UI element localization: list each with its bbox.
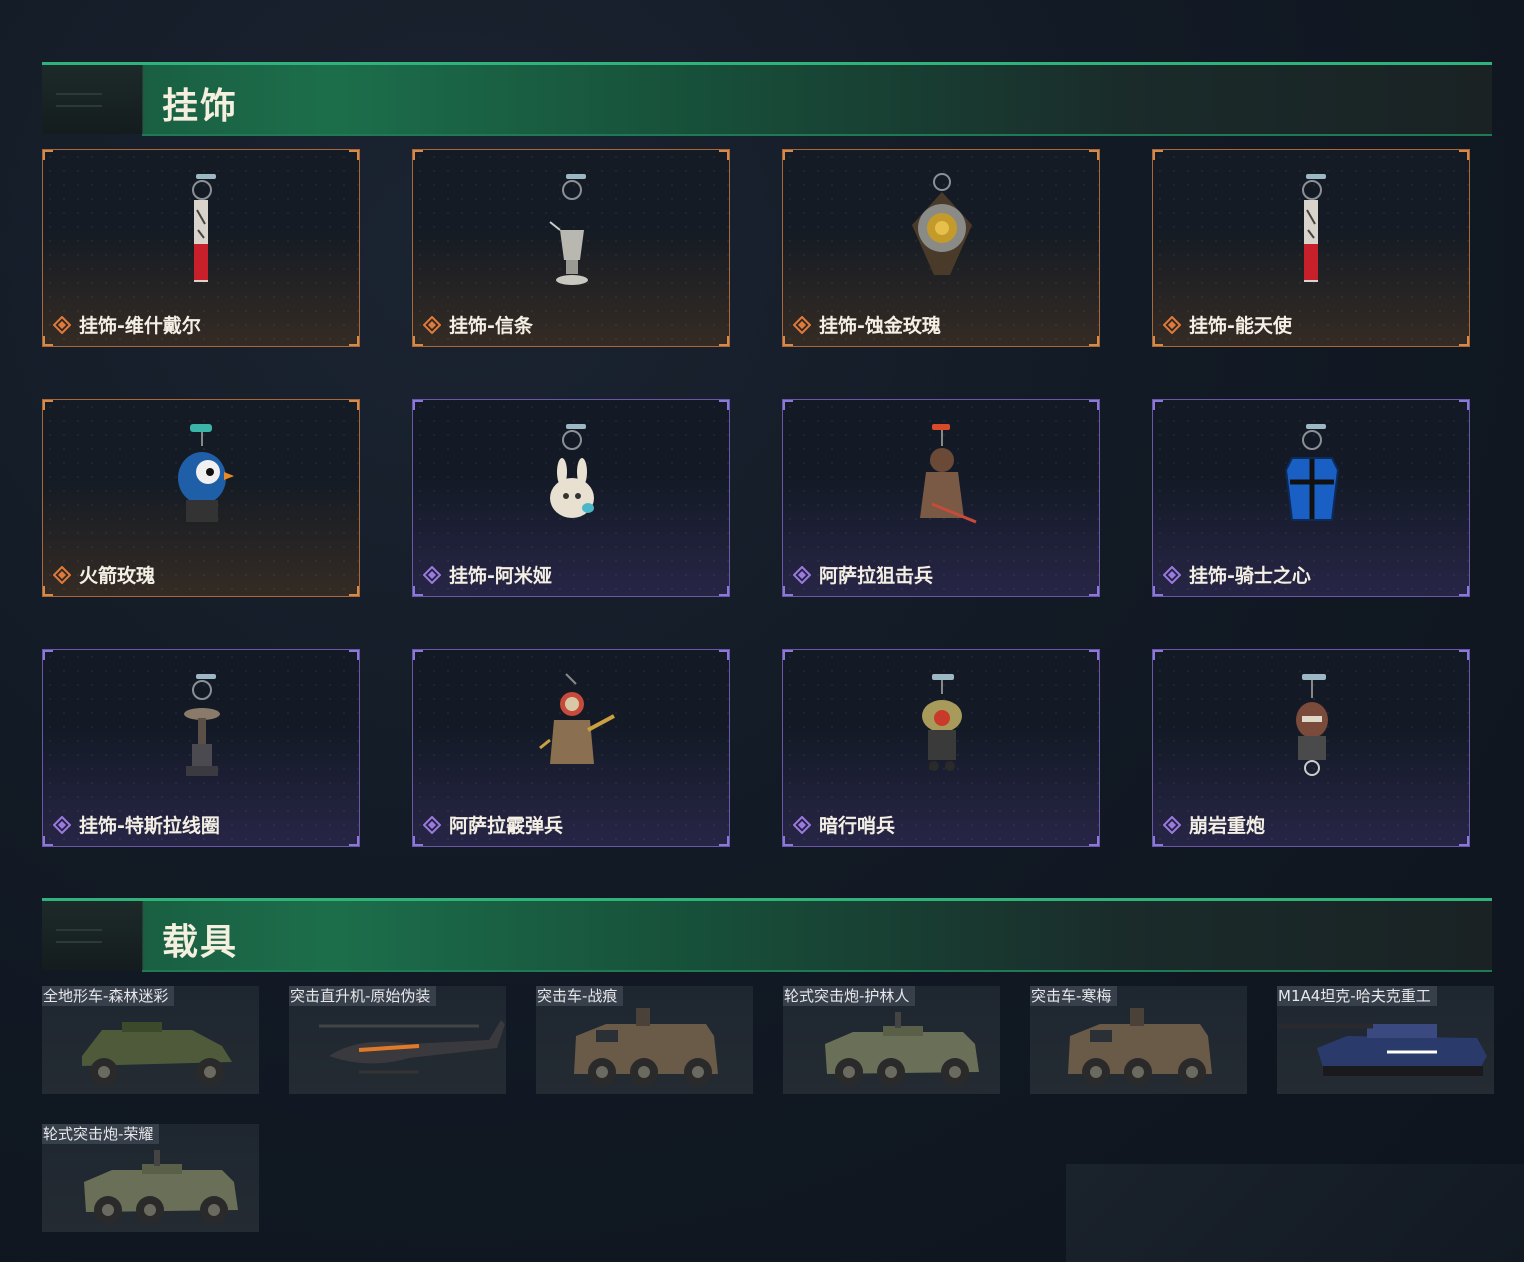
charm-name: 崩岩重炮 <box>1189 815 1266 837</box>
charm-bunny <box>522 420 622 550</box>
vehicle-name: 突击直升机-原始伪装 <box>289 986 437 1006</box>
rarity-diamond-icon <box>52 815 72 834</box>
charm-tag-red <box>1262 170 1362 300</box>
charm-rocket-figure <box>152 420 252 550</box>
charm-name: 阿萨拉霰弹兵 <box>449 815 564 837</box>
charm-card[interactable]: 阿萨拉霰弹兵 <box>412 649 730 847</box>
charm-card[interactable]: 挂饰-特斯拉线圈 <box>42 649 360 847</box>
rarity-diamond-icon <box>792 315 812 334</box>
vehicle-name: 全地形车-森林迷彩 <box>42 986 175 1006</box>
vehicle-name: M1A4坦克-哈夫克重工 <box>1277 986 1437 1006</box>
rarity-diamond-icon <box>792 565 812 584</box>
rarity-diamond-icon <box>422 565 442 584</box>
rarity-diamond-icon <box>422 815 442 834</box>
vehicle-name: 轮式突击炮-荣耀 <box>42 1124 160 1144</box>
rarity-diamond-icon <box>1162 315 1182 334</box>
rarity-diamond-icon <box>422 315 442 334</box>
vehicle-card[interactable]: 全地形车-森林迷彩 <box>42 986 259 1094</box>
rarity-diamond-icon <box>792 815 812 834</box>
charm-name: 挂饰-阿米娅 <box>449 565 552 587</box>
charm-card[interactable]: 挂饰-骑士之心 <box>1152 399 1470 597</box>
charm-card[interactable]: 挂饰-信条 <box>412 149 730 347</box>
vehicle-card[interactable]: 轮式突击炮-荣耀 <box>42 1124 259 1232</box>
rarity-diamond-icon <box>52 315 72 334</box>
charm-lantern <box>522 170 622 300</box>
charm-card[interactable]: 火箭玫瑰 <box>42 399 360 597</box>
rarity-diamond-icon <box>1162 815 1182 834</box>
header-decoration <box>42 901 143 970</box>
charm-rose-medal <box>892 170 992 300</box>
charm-card[interactable]: 崩岩重炮 <box>1152 649 1470 847</box>
charm-blue-shield <box>1262 420 1362 550</box>
charm-name: 挂饰-特斯拉线圈 <box>79 815 220 837</box>
charm-name: 挂饰-维什戴尔 <box>79 315 201 337</box>
charm-name: 暗行哨兵 <box>819 815 896 837</box>
vehicle-card[interactable]: 轮式突击炮-护林人 <box>783 986 1000 1094</box>
vehicles-section-header: 载具 <box>42 898 1492 972</box>
charm-name: 挂饰-信条 <box>449 315 533 337</box>
vehicle-name: 突击车-寒梅 <box>1030 986 1118 1006</box>
charm-card[interactable]: 挂饰-蚀金玫瑰 <box>782 149 1100 347</box>
header-decoration <box>42 65 143 134</box>
vehicle-card[interactable]: 突击直升机-原始伪装 <box>289 986 506 1094</box>
charm-tag-red <box>152 170 252 300</box>
vehicle-card[interactable]: 突击车-战痕 <box>536 986 753 1094</box>
rarity-diamond-icon <box>52 565 72 584</box>
charm-sniper-figure <box>892 420 992 550</box>
vehicle-name: 轮式突击炮-护林人 <box>783 986 916 1006</box>
background-decoration <box>1066 1164 1524 1262</box>
charm-name: 挂饰-能天使 <box>1189 315 1292 337</box>
charm-card[interactable]: 挂饰-维什戴尔 <box>42 149 360 347</box>
vehicle-card[interactable]: 突击车-寒梅 <box>1030 986 1247 1094</box>
section-title: 挂饰 <box>162 86 239 127</box>
rarity-diamond-icon <box>1162 565 1182 584</box>
section-title: 载具 <box>162 922 239 963</box>
charm-card[interactable]: 阿萨拉狙击兵 <box>782 399 1100 597</box>
charm-name: 挂饰-蚀金玫瑰 <box>819 315 941 337</box>
charm-name: 火箭玫瑰 <box>79 565 156 587</box>
charm-name: 挂饰-骑士之心 <box>1189 565 1311 587</box>
vehicle-name: 突击车-战痕 <box>536 986 624 1006</box>
charm-tesla-coil <box>152 670 252 800</box>
vehicle-card[interactable]: M1A4坦克-哈夫克重工 <box>1277 986 1494 1094</box>
charms-section-header: 挂饰 <box>42 62 1492 136</box>
charm-card[interactable]: 挂饰-阿米娅 <box>412 399 730 597</box>
charm-sentry-figure <box>892 670 992 800</box>
charm-cannon-figure <box>1262 670 1362 800</box>
charm-card[interactable]: 暗行哨兵 <box>782 649 1100 847</box>
charm-name: 阿萨拉狙击兵 <box>819 565 934 587</box>
charm-knight-figure <box>522 670 622 800</box>
charm-card[interactable]: 挂饰-能天使 <box>1152 149 1470 347</box>
